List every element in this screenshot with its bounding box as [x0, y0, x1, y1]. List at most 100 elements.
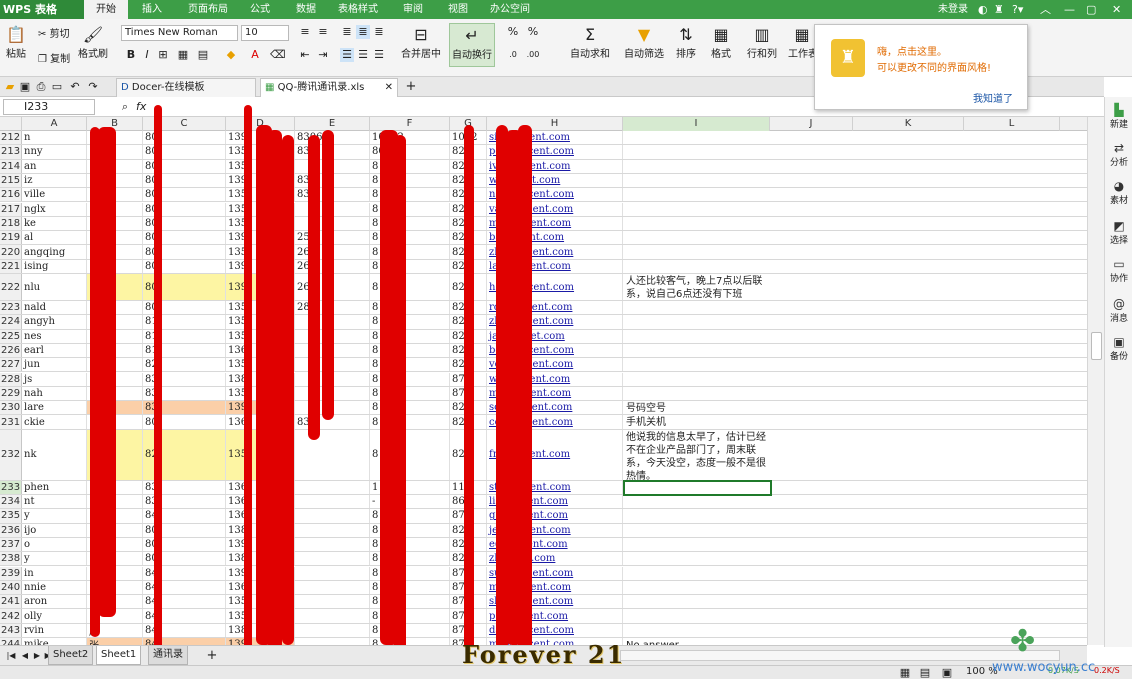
table-cell[interactable]: nny — [22, 145, 87, 159]
align-center-v-icon[interactable]: ≣ — [356, 25, 370, 39]
row-header[interactable]: 232 — [0, 429, 22, 480]
decimal-decrease-icon[interactable]: .00 — [526, 48, 540, 62]
column-header-f[interactable]: F — [370, 117, 450, 131]
undo-icon[interactable]: ↶ — [68, 80, 82, 94]
row-header[interactable]: 217 — [0, 202, 22, 216]
table-cell[interactable]: 张 — [87, 638, 143, 645]
table-cell[interactable] — [295, 429, 370, 480]
table-cell[interactable]: ke — [22, 216, 87, 231]
align-bottom-icon[interactable]: ≣ — [340, 25, 354, 39]
sidebar-new[interactable]: ▙ 新建 — [1105, 103, 1132, 130]
help-icon[interactable]: ?▾ — [1012, 0, 1023, 19]
table-cell[interactable] — [295, 523, 370, 537]
select-all-corner[interactable] — [0, 117, 22, 131]
column-header-a[interactable]: A — [22, 117, 87, 131]
preview-icon[interactable]: ▭ — [50, 80, 64, 94]
row-header[interactable]: 227 — [0, 358, 22, 372]
row-header[interactable]: 226 — [0, 343, 22, 358]
worksheet-button[interactable]: ▦ 工作表 — [788, 25, 816, 60]
sidebar-select[interactable]: ◩ 选择 — [1105, 219, 1132, 246]
row-header[interactable]: 240 — [0, 580, 22, 595]
row-header[interactable]: 215 — [0, 173, 22, 188]
table-cell[interactable]: olly — [22, 609, 87, 623]
table-cell[interactable]: n — [22, 131, 87, 145]
vertical-scrollbar[interactable] — [1087, 117, 1104, 645]
table-cell[interactable] — [295, 509, 370, 523]
row-header[interactable]: 234 — [0, 495, 22, 509]
italic-icon[interactable]: I — [140, 48, 154, 62]
menu-formula[interactable]: 公式 — [250, 0, 270, 19]
table-cell[interactable]: an — [22, 159, 87, 173]
table-cell[interactable]: o — [22, 537, 87, 552]
format-button[interactable]: ▦ 格式 — [707, 25, 735, 60]
table-cell[interactable]: iz — [22, 173, 87, 188]
auto-filter-button[interactable]: ▼ 自动筛选 — [620, 25, 668, 60]
copy-button[interactable]: ❐ 复制 — [38, 50, 70, 65]
column-header-e[interactable]: E — [295, 117, 370, 131]
merge-cells-icon[interactable]: ▦ — [176, 48, 190, 62]
menu-view[interactable]: 视图 — [448, 0, 468, 19]
table-cell[interactable]: phen — [22, 480, 87, 494]
column-header-i[interactable]: I — [623, 117, 770, 131]
row-header[interactable]: 221 — [0, 259, 22, 273]
app-logo[interactable]: WPS 表格 — [0, 0, 84, 19]
table-cell[interactable] — [295, 595, 370, 609]
number-format-icon[interactable]: % — [506, 25, 520, 39]
table-cell[interactable]: ijo — [22, 523, 87, 537]
collapse-icon[interactable]: ︿ — [1040, 0, 1051, 19]
sheet-tab-sheet2[interactable]: Sheet2 — [48, 646, 94, 665]
table-cell[interactable]: ckie — [22, 415, 87, 429]
redo-icon[interactable]: ↷ — [86, 80, 100, 94]
paste-button[interactable]: 📋 粘贴 — [4, 25, 28, 60]
note-cell[interactable]: 人还比较客气，晚上7点以后联系，说自己6点还没有下班 — [624, 274, 770, 300]
align-right-icon[interactable]: ☰ — [372, 48, 386, 62]
note-cell[interactable]: 手机关机 — [624, 415, 770, 428]
table-cell[interactable] — [295, 552, 370, 566]
row-header[interactable]: 242 — [0, 609, 22, 623]
table-cell[interactable]: ville — [22, 188, 87, 202]
tab-docer[interactable]: D Docer-在线模板 — [116, 78, 256, 97]
row-header[interactable]: 213 — [0, 145, 22, 159]
font-select[interactable]: Times New Roman — [121, 25, 238, 41]
cut-button[interactable]: ✂ 剪切 — [38, 25, 70, 40]
row-header[interactable]: 238 — [0, 552, 22, 566]
menu-page-layout[interactable]: 页面布局 — [188, 0, 228, 19]
row-header[interactable]: 229 — [0, 386, 22, 401]
table-cell[interactable] — [295, 623, 370, 637]
menu-data[interactable]: 数据 — [296, 0, 316, 19]
sidebar-analysis[interactable]: ⇄ 分析 — [1105, 141, 1132, 168]
name-box[interactable]: I233 — [3, 99, 95, 115]
tab-close-icon[interactable]: ✕ — [385, 79, 393, 97]
save-icon[interactable]: ▣ — [18, 80, 32, 94]
table-cell[interactable] — [295, 566, 370, 580]
first-sheet-icon[interactable]: |◀ — [4, 649, 18, 663]
row-header[interactable]: 219 — [0, 231, 22, 245]
table-cell[interactable]: jun — [22, 358, 87, 372]
font-size-select[interactable]: 10 — [241, 25, 289, 41]
maximize-icon[interactable]: ▢ — [1086, 0, 1096, 19]
table-cell[interactable]: nt — [22, 495, 87, 509]
row-header[interactable]: 230 — [0, 401, 22, 415]
table-cell[interactable]: nlu — [22, 274, 87, 300]
format-painter-button[interactable]: 🖌 格式刷 — [78, 25, 108, 60]
sheet-tab-contacts[interactable]: 通讯录 — [148, 646, 188, 665]
menu-office-space[interactable]: 办公空间 — [490, 0, 530, 19]
row-header[interactable]: 239 — [0, 566, 22, 580]
table-cell[interactable]: nes — [22, 329, 87, 343]
font-color-icon[interactable]: A — [248, 48, 262, 62]
table-cell[interactable] — [295, 495, 370, 509]
table-cell[interactable]: lare — [22, 401, 87, 415]
row-header[interactable]: 220 — [0, 245, 22, 259]
row-header[interactable]: 223 — [0, 301, 22, 315]
table-cell[interactable]: nnie — [22, 580, 87, 595]
tab-qq-file[interactable]: ▦ QQ-腾讯通讯录.xls ✕ — [260, 78, 398, 97]
column-header-j[interactable]: J — [770, 117, 853, 131]
shirt-icon[interactable]: ♜ — [994, 0, 1004, 19]
sort-button[interactable]: ⇅ 排序 — [672, 25, 700, 60]
note-cell[interactable]: No answer — [624, 638, 770, 645]
table-cell[interactable] — [295, 580, 370, 595]
row-header[interactable]: 236 — [0, 523, 22, 537]
print-icon[interactable]: ⎙ — [34, 80, 48, 94]
row-header[interactable]: 225 — [0, 329, 22, 343]
table-cell[interactable]: angyh — [22, 315, 87, 329]
